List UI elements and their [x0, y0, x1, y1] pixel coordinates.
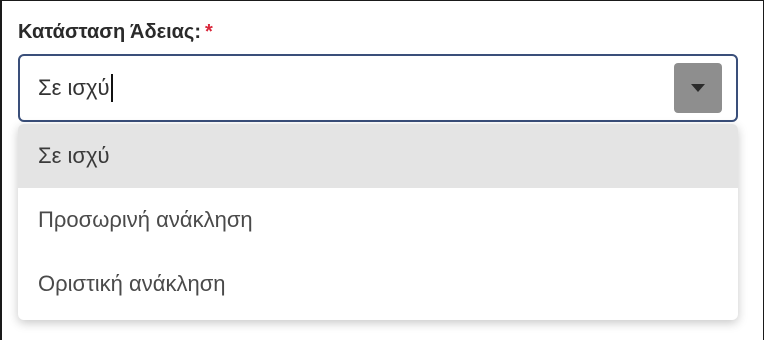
dropdown-option-in-force[interactable]: Σε ισχύ [18, 124, 738, 188]
dropdown-list: Σε ισχύ Προσωρινή ανάκληση Οριστική ανάκ… [18, 124, 738, 320]
chevron-down-icon [691, 84, 705, 92]
dropdown-option-temporary-revocation[interactable]: Προσωρινή ανάκληση [18, 188, 738, 252]
combobox-value: Σε ισχύ [38, 75, 110, 100]
license-status-combobox[interactable]: Σε ισχύ [18, 54, 738, 122]
field-label: Κατάσταση Άδειας: * [18, 20, 213, 44]
field-label-text: Κατάσταση Άδειας: [18, 21, 201, 43]
combobox-input[interactable]: Σε ισχύ [38, 74, 113, 102]
dropdown-toggle-button[interactable] [674, 63, 722, 113]
option-label: Οριστική ανάκληση [38, 271, 226, 296]
dropdown-option-permanent-revocation[interactable]: Οριστική ανάκληση [18, 252, 738, 316]
required-marker: * [204, 21, 213, 43]
option-label: Προσωρινή ανάκληση [38, 207, 253, 232]
text-cursor [110, 74, 113, 102]
option-label: Σε ισχύ [38, 143, 110, 168]
